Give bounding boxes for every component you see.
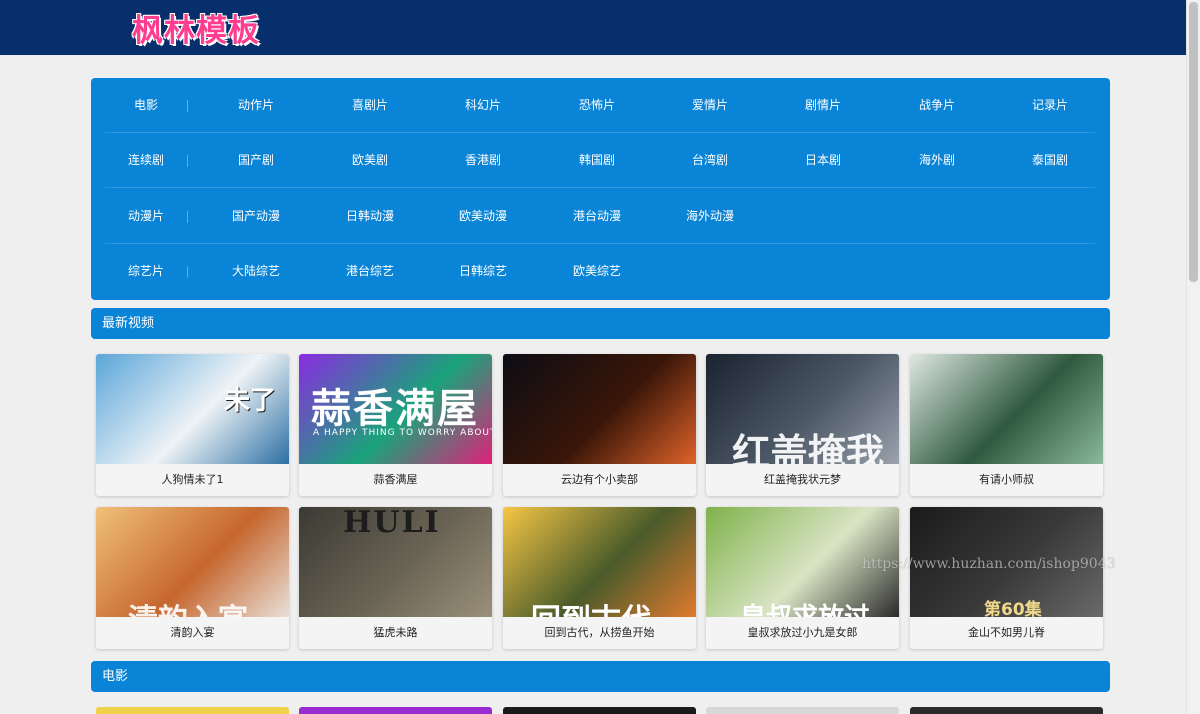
nav-link[interactable]: 国产剧 [206,133,306,188]
nav-separator [187,211,188,223]
scrollbar-thumb[interactable] [1189,2,1198,282]
video-poster[interactable]: HULI [299,507,492,617]
nav-row: 电影 动作片 喜剧片 科幻片 恐怖片 爱情片 剧情片 战争片 记录片 [105,78,1095,133]
video-title[interactable]: 云边有个小卖部 [503,464,696,496]
nav-link[interactable]: 港台动漫 [547,189,647,244]
nav-separator [187,266,188,278]
nav-link[interactable]: 动作片 [206,78,306,133]
video-title[interactable]: 金山不如男儿脊 [910,617,1103,649]
nav-link[interactable]: 国产动漫 [206,189,306,244]
video-title[interactable]: 有请小师叔 [910,464,1103,496]
movie-card-partial[interactable] [299,707,492,714]
movie-card-partial[interactable] [96,707,289,714]
video-poster[interactable] [910,354,1103,464]
nav-category-head[interactable]: 综艺片 [105,244,187,299]
nav-link[interactable]: 剧情片 [773,78,873,133]
nav-link[interactable]: 港台综艺 [320,244,420,299]
nav-link[interactable]: 香港剧 [433,133,533,188]
nav-link[interactable]: 日本剧 [773,133,873,188]
video-title[interactable]: 蒜香满屋 [299,464,492,496]
video-poster[interactable]: 蒜香满屋 A HAPPY THING TO WORRY ABOUT [299,354,492,464]
nav-link[interactable]: 喜剧片 [320,78,420,133]
video-card[interactable]: 第60集 金山不如男儿脊 [910,507,1103,649]
page-scrollbar[interactable] [1186,0,1200,714]
nav-row: 连续剧 国产剧 欧美剧 香港剧 韩国剧 台湾剧 日本剧 海外剧 泰国剧 [105,133,1095,188]
video-card[interactable]: HULI 猛虎未路 [299,507,492,649]
video-card[interactable]: 云边有个小卖部 [503,354,696,496]
video-card[interactable]: 回到古代回到古代，从捞鱼开始 [503,507,696,649]
video-title[interactable]: 猛虎未路 [299,617,492,649]
site-header: 枫林模板 [0,0,1186,55]
nav-category-head[interactable]: 电影 [105,78,187,133]
video-title[interactable]: 回到古代，从捞鱼开始 [503,617,696,649]
poster-title-art: 皇叔求放过 [740,597,870,617]
poster-title-art: 红盖掩我 [732,431,885,464]
nav-category-head[interactable]: 动漫片 [105,189,187,244]
nav-link[interactable]: 欧美剧 [320,133,420,188]
poster-title-art: 未了 [224,386,277,416]
video-card[interactable]: 皇叔求放过皇叔求放过小九是女郎 [706,507,899,649]
poster-title-art: 回到古代 [531,595,651,617]
nav-link[interactable]: 科幻片 [433,78,533,133]
video-poster[interactable]: 红盖掩我 [706,354,899,464]
site-logo[interactable]: 枫林模板 [132,11,260,51]
video-title[interactable]: 清韵入宴 [96,617,289,649]
poster-title-art: HULI [343,507,441,540]
nav-link[interactable]: 台湾剧 [660,133,760,188]
movie-card-partial[interactable] [910,707,1103,714]
nav-link[interactable]: 泰国剧 [1000,133,1100,188]
watermark-text: https://www.huzhan.com/ishop9043 [862,556,1116,572]
movie-card-partial[interactable] [503,707,696,714]
video-card[interactable]: 未了人狗情未了1 [96,354,289,496]
nav-link[interactable]: 欧美综艺 [547,244,647,299]
section-title-latest: 最新视频 [91,308,1110,339]
category-nav: 电影 动作片 喜剧片 科幻片 恐怖片 爱情片 剧情片 战争片 记录片 连续剧 国产剧 欧美剧 香港剧 韩国… [91,78,1110,300]
nav-separator [187,100,188,112]
video-card[interactable]: 有请小师叔 [910,354,1103,496]
poster-title-art: 蒜香满屋 [311,386,479,432]
video-poster[interactable]: 回到古代 [503,507,696,617]
poster-title-art: 清韵入宴 [128,595,248,617]
nav-row: 动漫片 国产动漫 日韩动漫 欧美动漫 港台动漫 海外动漫 [105,189,1095,244]
video-card[interactable]: 红盖掩我 红盖掩我状元梦 [706,354,899,496]
nav-link[interactable]: 海外动漫 [660,189,760,244]
nav-row: 综艺片 大陆综艺 港台综艺 日韩综艺 欧美综艺 [105,244,1095,299]
video-title[interactable]: 红盖掩我状元梦 [706,464,899,496]
nav-link[interactable]: 恐怖片 [547,78,647,133]
section-title-movies: 电影 [91,661,1110,692]
nav-category-head[interactable]: 连续剧 [105,133,187,188]
nav-link[interactable]: 日韩动漫 [320,189,420,244]
nav-link[interactable]: 海外剧 [887,133,987,188]
poster-title-art: 第60集 [984,600,1042,617]
video-title[interactable]: 皇叔求放过小九是女郎 [706,617,899,649]
video-card[interactable]: 蒜香满屋 A HAPPY THING TO WORRY ABOUT 蒜香满屋 [299,354,492,496]
video-poster[interactable]: 未了 [96,354,289,464]
video-poster[interactable]: 清韵入宴 [96,507,289,617]
poster-subtitle-art: A HAPPY THING TO WORRY ABOUT [313,428,492,438]
nav-link[interactable]: 爱情片 [660,78,760,133]
nav-link[interactable]: 日韩综艺 [433,244,533,299]
nav-link[interactable]: 战争片 [887,78,987,133]
video-title[interactable]: 人狗情未了1 [96,464,289,496]
nav-link[interactable]: 韩国剧 [547,133,647,188]
nav-link[interactable]: 大陆综艺 [206,244,306,299]
nav-separator [187,155,188,167]
movie-card-partial[interactable] [706,707,899,714]
video-poster[interactable] [503,354,696,464]
video-card[interactable]: 清韵入宴清韵入宴 [96,507,289,649]
nav-link[interactable]: 记录片 [1000,78,1100,133]
nav-link[interactable]: 欧美动漫 [433,189,533,244]
